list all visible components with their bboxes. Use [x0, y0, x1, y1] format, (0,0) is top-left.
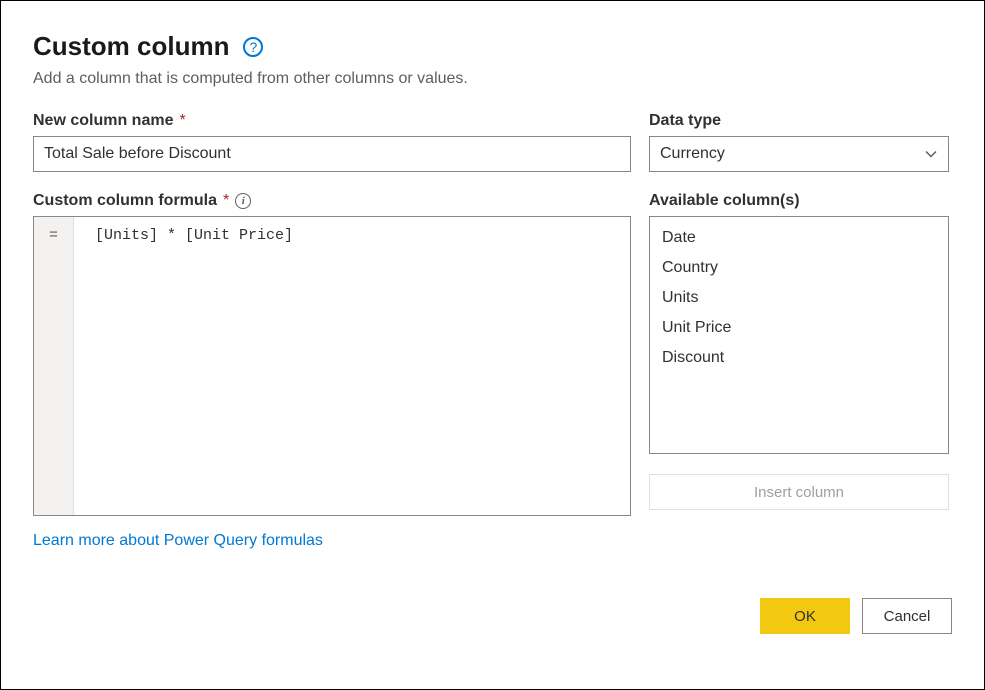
datatype-select[interactable]: Currency	[649, 136, 949, 172]
available-columns-field: Available column(s) Date Country Units U…	[649, 192, 949, 516]
required-indicator: *	[179, 112, 185, 130]
column-name-input[interactable]	[33, 136, 631, 172]
column-name-field: New column name *	[33, 112, 631, 172]
datatype-label: Data type	[649, 112, 949, 130]
insert-column-button[interactable]: Insert column	[649, 474, 949, 510]
list-item[interactable]: Unit Price	[650, 313, 948, 343]
list-item[interactable]: Units	[650, 283, 948, 313]
required-indicator: *	[223, 192, 229, 210]
dialog-footer: OK Cancel	[33, 598, 952, 634]
list-item[interactable]: Country	[650, 253, 948, 283]
learn-more-link[interactable]: Learn more about Power Query formulas	[33, 532, 323, 550]
list-item[interactable]: Date	[650, 223, 948, 253]
dialog-title: Custom column	[33, 31, 229, 62]
column-name-label: New column name *	[33, 112, 631, 130]
datatype-field: Data type Currency	[649, 112, 949, 172]
chevron-down-icon	[924, 147, 938, 161]
cancel-button[interactable]: Cancel	[862, 598, 952, 634]
ok-button[interactable]: OK	[760, 598, 850, 634]
dialog-subtitle: Add a column that is computed from other…	[33, 70, 952, 88]
formula-label: Custom column formula * i	[33, 192, 631, 210]
formula-textarea[interactable]: [Units] * [Unit Price]	[74, 217, 630, 515]
formula-gutter: =	[34, 217, 74, 515]
list-item[interactable]: Discount	[650, 343, 948, 373]
datatype-value: Currency	[660, 145, 725, 163]
available-columns-label: Available column(s)	[649, 192, 949, 210]
formula-field: Custom column formula * i = [Units] * [U…	[33, 192, 631, 516]
info-icon[interactable]: i	[235, 193, 251, 209]
dialog-header: Custom column ?	[33, 31, 952, 62]
available-columns-list: Date Country Units Unit Price Discount	[649, 216, 949, 454]
formula-editor[interactable]: = [Units] * [Unit Price]	[33, 216, 631, 516]
help-icon[interactable]: ?	[243, 37, 263, 57]
